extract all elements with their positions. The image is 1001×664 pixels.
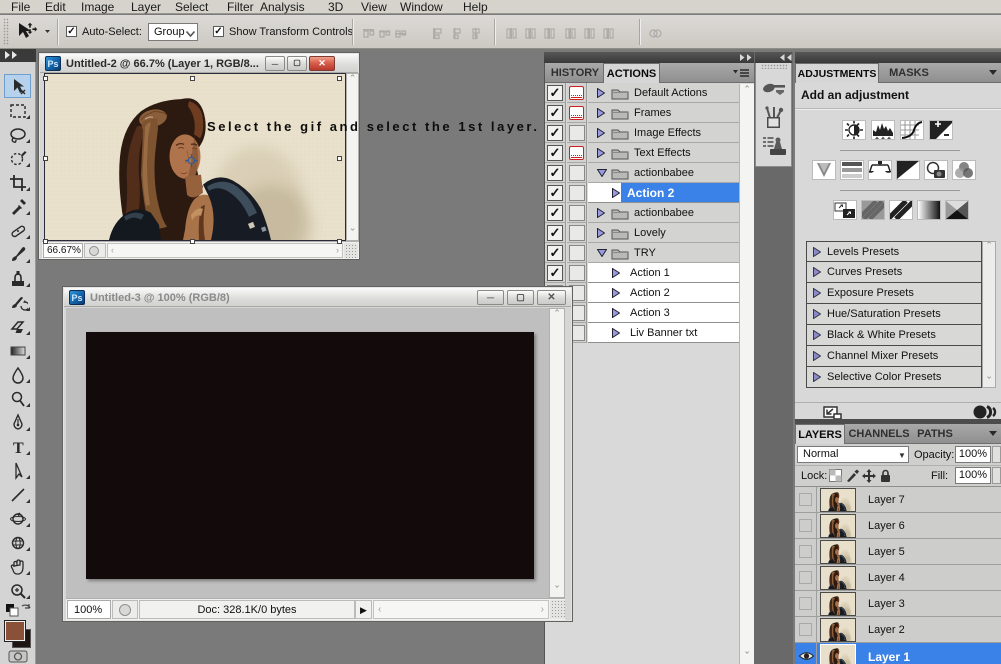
svg-text:T: T (13, 440, 24, 457)
